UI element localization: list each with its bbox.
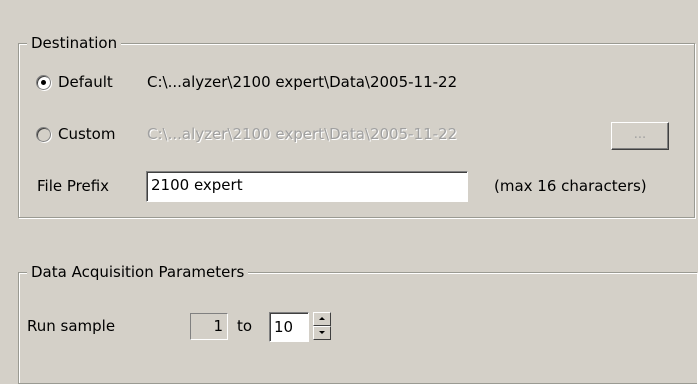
default-radio-button[interactable] [36, 74, 51, 90]
destination-legend: Destination [27, 33, 122, 53]
run-sample-to-input[interactable]: 10 [269, 312, 309, 342]
browse-button[interactable]: ... [611, 122, 669, 150]
custom-radio-label[interactable]: Custom [58, 125, 115, 143]
run-sample-spinner[interactable] [313, 312, 331, 340]
acquisition-legend: Data Acquisition Parameters [27, 262, 249, 282]
file-prefix-input[interactable]: 2100 expert [146, 171, 468, 202]
custom-path: C:\...alyzer\2100 expert\Data\2005-11-22 [147, 125, 458, 143]
custom-radio-button[interactable] [36, 126, 51, 142]
default-radio-label[interactable]: Default [58, 73, 113, 91]
max-characters-note: (max 16 characters) [494, 177, 647, 195]
to-label: to [237, 317, 253, 335]
spinner-down-arrow-icon[interactable] [313, 326, 331, 340]
acquisition-group: Data Acquisition Parameters [18, 262, 697, 384]
spinner-up-arrow-icon[interactable] [313, 312, 331, 326]
run-sample-from-value: 1 [190, 313, 228, 340]
run-sample-label: Run sample [27, 317, 116, 335]
default-path: C:\...alyzer\2100 expert\Data\2005-11-22 [147, 73, 458, 91]
default-radio-row[interactable]: Default [36, 70, 113, 94]
file-prefix-label: File Prefix [37, 177, 110, 195]
custom-radio-row[interactable]: Custom [36, 122, 115, 146]
